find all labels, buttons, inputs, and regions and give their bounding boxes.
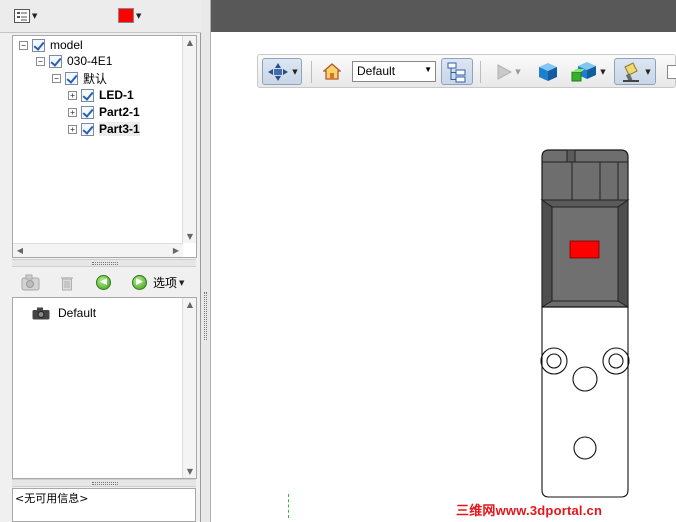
views-toolbar: ◀ ▶ 选项 ▼	[12, 270, 197, 296]
expand-icon[interactable]: +	[68, 124, 77, 134]
model-tree: − model − 030-4E1 − 默认 + LED-1 + Part2-1…	[12, 35, 197, 258]
arrow-right-icon: ▶	[136, 277, 143, 287]
tree-node-model[interactable]: − model	[19, 37, 83, 53]
move-arrows-icon	[268, 62, 289, 81]
view-select[interactable]: Default ▼	[352, 61, 436, 82]
chevron-down-icon: ▼	[515, 67, 521, 76]
scroll-down-icon[interactable]: ▼	[183, 467, 197, 476]
tree-options-button[interactable]: ▼	[14, 9, 37, 23]
tree-horizontal-scrollbar[interactable]: ◀ ▶	[13, 243, 183, 257]
tree-node-assembly[interactable]: − 030-4E1	[36, 53, 112, 69]
collapse-icon[interactable]: −	[36, 56, 45, 66]
tree-toolbar: ▼ ▼	[0, 0, 201, 33]
tree-node-led[interactable]: + LED-1	[68, 87, 134, 103]
collapse-icon[interactable]: −	[19, 40, 28, 50]
options-label: 选项	[153, 276, 178, 290]
axis-indicator	[288, 494, 289, 518]
camera-add-icon	[21, 274, 40, 291]
chevron-down-icon: ▼	[292, 67, 298, 76]
viewer-3d-toolbar: ▼ Default ▼ ▼ ▼ ▼	[257, 54, 676, 88]
watermark-text: 三维网www.3dportal.cn	[456, 503, 603, 518]
chevron-down-icon: ▼	[600, 67, 606, 76]
chevron-down-icon: ▼	[136, 11, 142, 20]
arrow-left-icon: ◀	[100, 277, 107, 287]
lighting-button[interactable]: ▼	[568, 58, 608, 85]
model-tree-panel: ▼ ▼ − model − 030-4E1 − 默认 + LED-1 + Par…	[0, 0, 201, 522]
model-3d-view[interactable]	[530, 145, 640, 505]
home-icon	[323, 63, 341, 80]
visibility-checkbox[interactable]	[81, 122, 94, 136]
visibility-checkbox[interactable]	[81, 88, 94, 102]
chevron-down-icon: ▼	[424, 65, 432, 74]
collapse-icon[interactable]: −	[52, 73, 61, 83]
flashlight-icon	[623, 61, 640, 82]
tree-node-part2[interactable]: + Part2-1	[68, 104, 140, 120]
more-tools-button[interactable]	[666, 58, 676, 85]
tree-node-label: model	[50, 38, 83, 52]
chevron-down-icon: ▼	[179, 278, 185, 287]
views-vertical-scrollbar[interactable]: ▲ ▼	[182, 298, 196, 478]
play-icon	[497, 63, 513, 80]
model-tree-icon	[447, 62, 466, 82]
views-info-splitter[interactable]	[12, 479, 196, 487]
render-mode-button[interactable]	[534, 58, 562, 85]
delete-view-button[interactable]	[60, 275, 74, 294]
led-indicator[interactable]	[569, 240, 600, 259]
tree-node-part3[interactable]: + Part3-1	[68, 121, 140, 137]
toolbar-separator	[311, 61, 312, 83]
chevron-down-icon: ▼	[645, 67, 651, 76]
chevron-down-icon: ▼	[32, 12, 38, 20]
play-animation-button[interactable]: ▼	[490, 58, 526, 85]
tree-node-label: Part2-1	[99, 105, 140, 119]
home-view-button[interactable]	[320, 58, 344, 85]
scroll-up-icon[interactable]: ▲	[183, 300, 197, 309]
divider-grip	[204, 292, 207, 340]
scroll-up-icon[interactable]: ▲	[183, 38, 197, 47]
tree-node-label: 030-4E1	[67, 54, 113, 68]
scroll-right-icon[interactable]: ▶	[169, 246, 183, 255]
tree-vertical-scrollbar[interactable]: ▲ ▼	[182, 36, 196, 243]
expand-icon[interactable]: +	[68, 107, 77, 117]
overflow-icon	[667, 64, 676, 79]
tree-views-splitter[interactable]	[12, 259, 196, 267]
visibility-checkbox[interactable]	[65, 71, 78, 85]
tree-node-config[interactable]: − 默认	[52, 70, 107, 86]
info-panel: <无可用信息>	[12, 488, 196, 522]
view-label: Default	[58, 306, 97, 320]
splitter-grip	[92, 482, 118, 485]
scroll-left-icon[interactable]: ◀	[13, 246, 27, 255]
model-bottom-body	[540, 307, 630, 498]
tree-node-label: 默认	[83, 71, 108, 86]
cubes-icon	[571, 61, 597, 81]
part-color-button[interactable]: ▼	[118, 8, 141, 23]
expand-icon[interactable]: +	[68, 90, 77, 100]
trash-icon	[61, 277, 73, 291]
camera-icon	[32, 307, 50, 319]
visibility-checkbox[interactable]	[49, 54, 62, 68]
pane-divider[interactable]	[201, 0, 211, 522]
view-select-value: Default	[357, 64, 396, 78]
splitter-grip	[92, 262, 118, 265]
visibility-checkbox[interactable]	[81, 105, 94, 119]
list-item[interactable]: Default	[32, 305, 96, 321]
options-menu-button[interactable]: 选项 ▼	[153, 274, 184, 291]
info-text: <无可用信息>	[15, 492, 89, 505]
new-view-button[interactable]	[20, 274, 42, 295]
next-view-button[interactable]: ▶	[132, 275, 147, 290]
tree-node-label: LED-1	[99, 88, 134, 102]
model-tree-toggle-button[interactable]	[441, 58, 473, 85]
visibility-checkbox[interactable]	[32, 38, 45, 52]
cube-icon	[539, 62, 557, 81]
tree-node-label: Part3-1	[99, 122, 140, 136]
color-swatch	[118, 8, 134, 23]
previous-view-button[interactable]: ◀	[96, 275, 111, 290]
navigation-tool-button[interactable]: ▼	[262, 58, 302, 85]
toolbar-separator	[480, 61, 481, 83]
views-list: Default ▲ ▼	[12, 297, 197, 479]
model-top-body	[540, 149, 630, 308]
tree-options-icon	[14, 9, 30, 23]
scroll-down-icon[interactable]: ▼	[183, 232, 197, 241]
background-color-button[interactable]: ▼	[614, 58, 656, 85]
